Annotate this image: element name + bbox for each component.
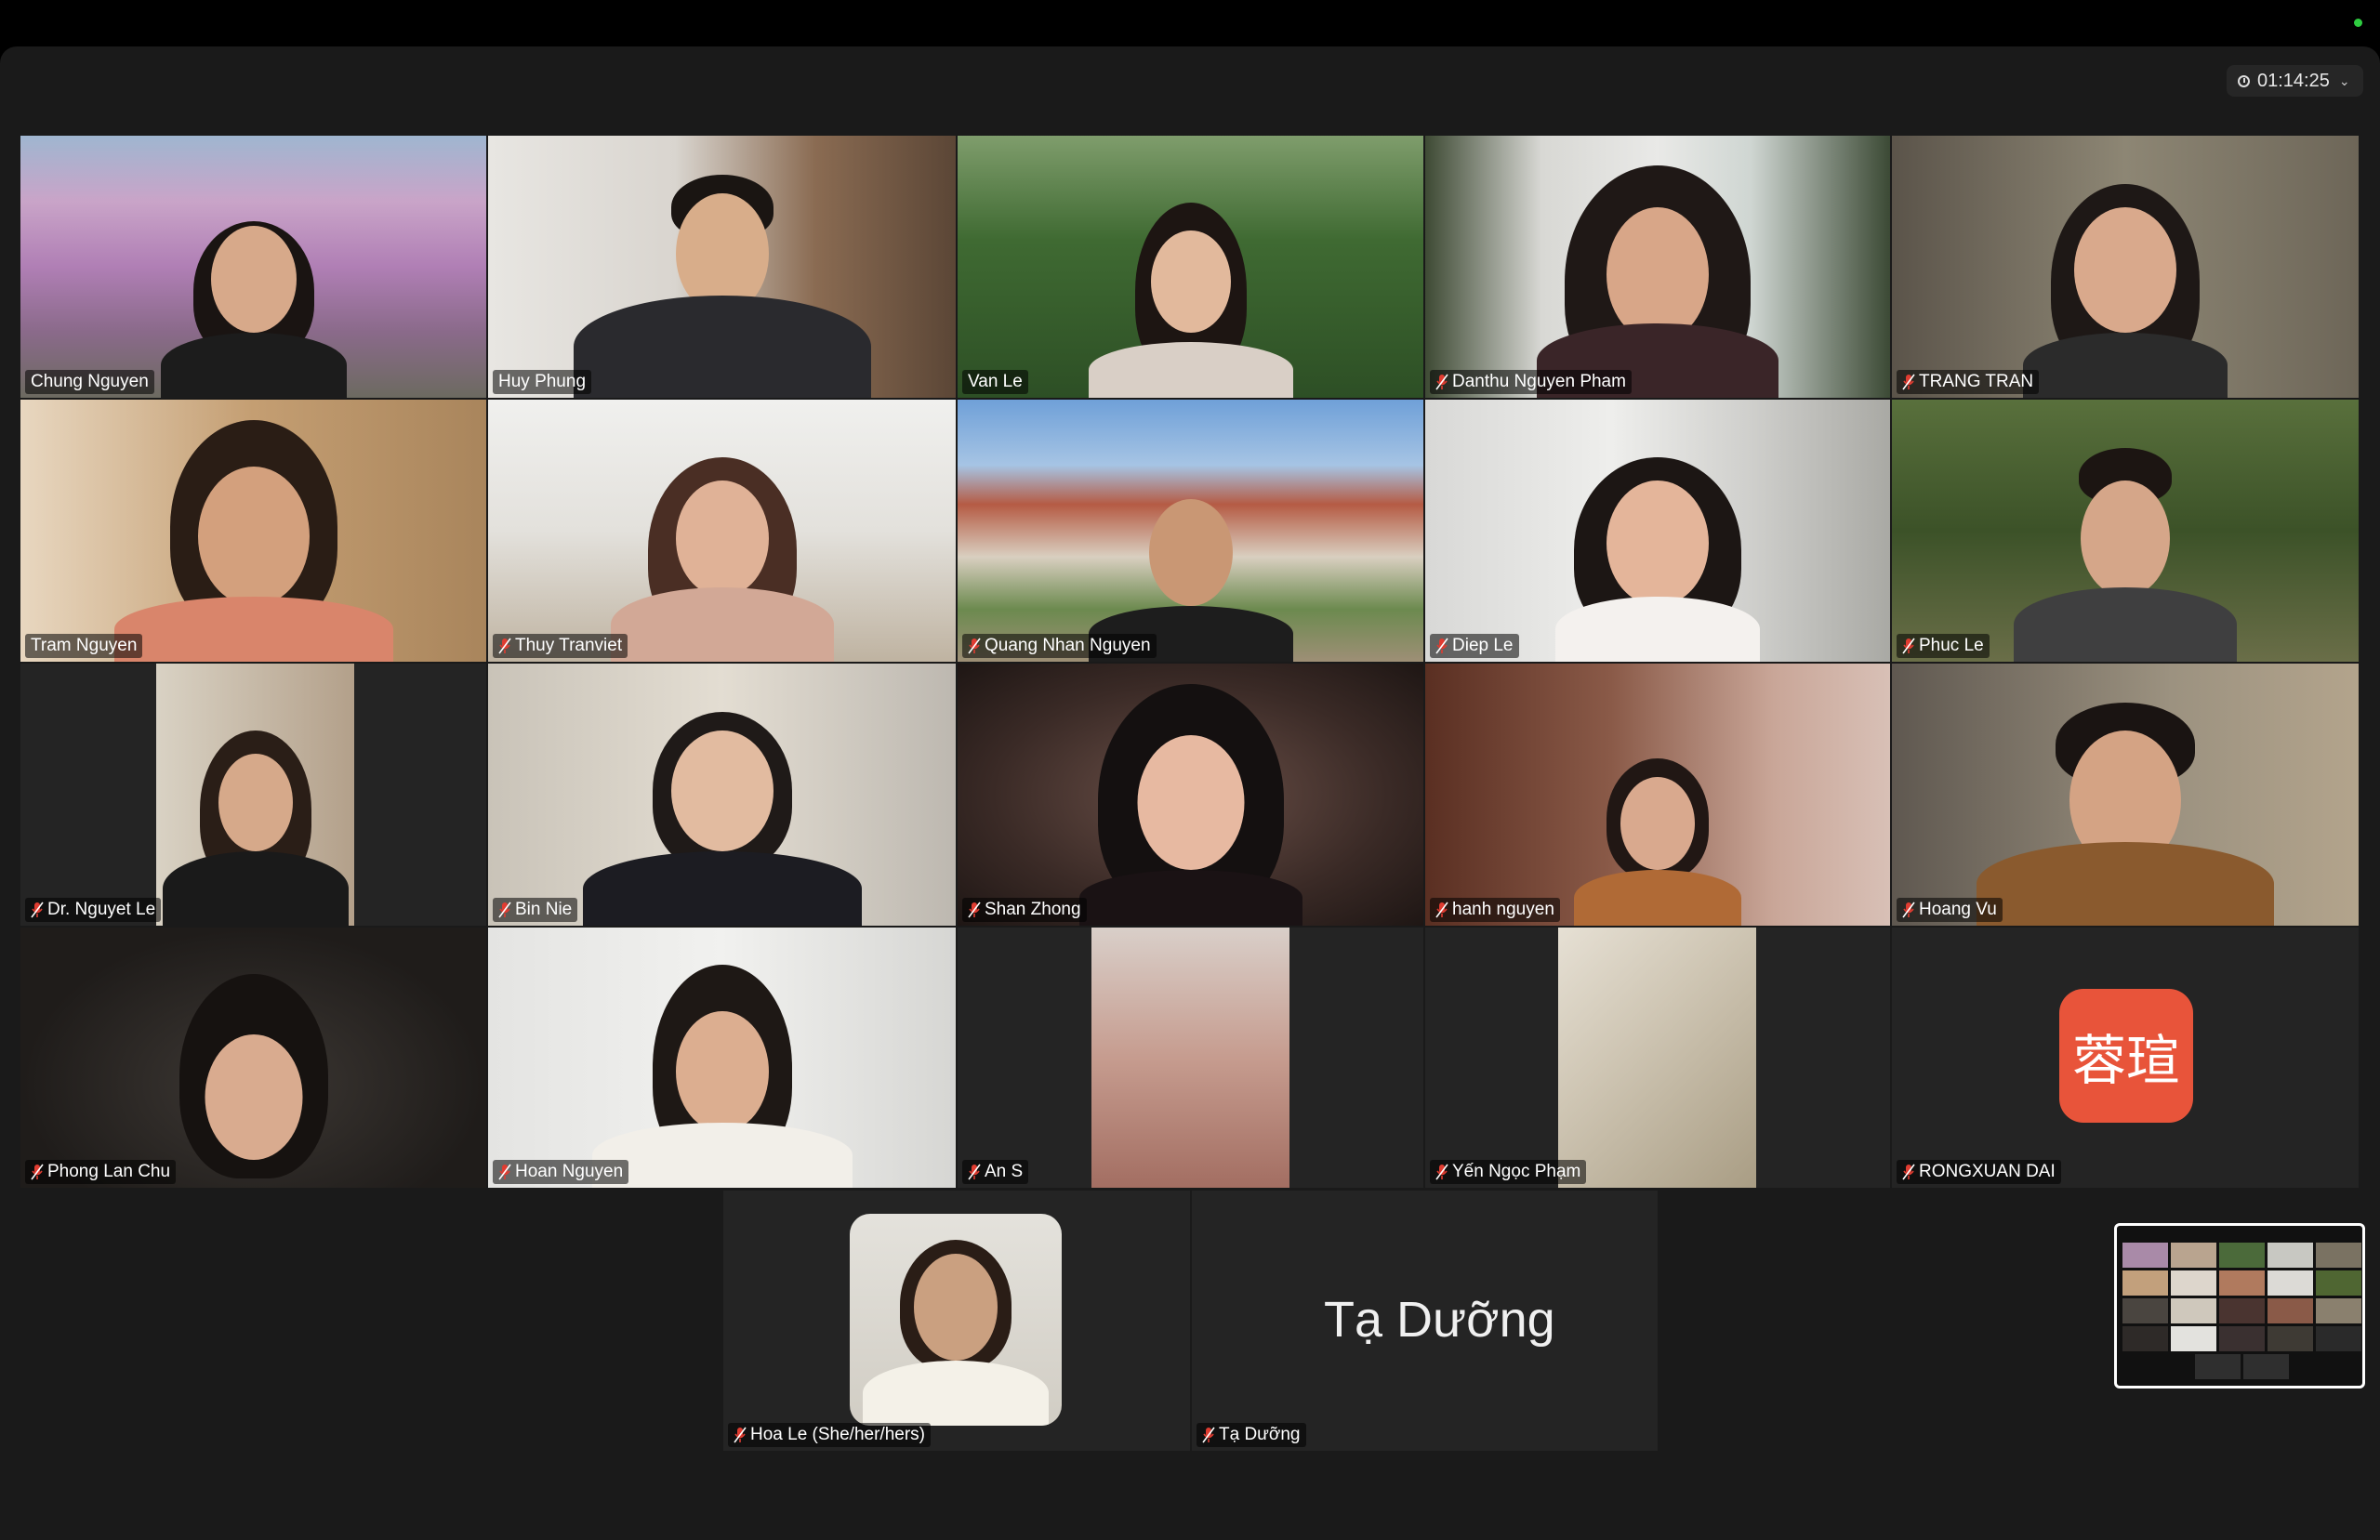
timer-text: 01:14:25 xyxy=(2257,70,2330,91)
participant-name: RONGXUAN DAI xyxy=(1897,1160,2061,1184)
video-tile[interactable]: Diep Le xyxy=(1425,400,1890,662)
system-top-bar xyxy=(0,0,2380,46)
participant-name: Hoang Vu xyxy=(1897,898,2003,922)
participant-name: hanh nguyen xyxy=(1430,898,1560,922)
self-view-thumbnail[interactable] xyxy=(2114,1223,2365,1389)
participant-name: Yến Ngọc Phạm xyxy=(1430,1160,1587,1184)
video-tile[interactable]: Bin Nie xyxy=(488,664,956,926)
participant-name: Phong Lan Chu xyxy=(25,1160,177,1184)
video-tile[interactable]: Dr. Nguyet Le xyxy=(20,664,486,926)
chevron-down-icon[interactable]: ⌄ xyxy=(2339,73,2350,89)
video-tile[interactable]: hanh nguyen xyxy=(1425,664,1890,926)
participant-name: Tram Nguyen xyxy=(25,634,143,658)
mic-off-icon xyxy=(31,1164,44,1180)
participant-name: Bin Nie xyxy=(493,898,578,922)
video-tile[interactable]: Hoan Nguyen xyxy=(488,928,956,1188)
mic-off-icon xyxy=(1202,1427,1215,1443)
video-tile[interactable]: Chung Nguyen xyxy=(20,136,486,398)
video-tile[interactable]: Yến Ngọc Phạm xyxy=(1425,928,1890,1188)
video-tile[interactable]: Van Le xyxy=(958,136,1423,398)
mic-off-icon xyxy=(498,638,511,654)
participant-name: Phuc Le xyxy=(1897,634,1990,658)
video-tile[interactable]: TRANG TRAN xyxy=(1892,136,2359,398)
participant-name: Hoan Nguyen xyxy=(493,1160,629,1184)
video-tile[interactable]: Phuc Le xyxy=(1892,400,2359,662)
participant-name: Chung Nguyen xyxy=(25,370,154,394)
mic-off-icon xyxy=(1902,902,1915,918)
mic-off-icon xyxy=(1902,1164,1915,1180)
video-tile[interactable]: Hoa Le (She/her/hers) xyxy=(723,1191,1190,1451)
mic-off-icon xyxy=(1435,1164,1448,1180)
mic-off-icon xyxy=(498,1164,511,1180)
participant-name: Quang Nhan Nguyen xyxy=(962,634,1157,658)
mic-off-icon xyxy=(968,638,981,654)
camera-indicator-icon xyxy=(2354,19,2362,27)
video-tile[interactable]: Phong Lan Chu xyxy=(20,928,486,1188)
participant-name: Diep Le xyxy=(1430,634,1519,658)
mic-off-icon xyxy=(498,902,511,918)
video-tile[interactable]: Shan Zhong xyxy=(958,664,1423,926)
video-tile[interactable]: Hoang Vu xyxy=(1892,664,2359,926)
mic-off-icon xyxy=(734,1427,747,1443)
participant-name: Van Le xyxy=(962,370,1028,394)
video-tile[interactable]: Tram Nguyen xyxy=(20,400,486,662)
video-tile[interactable]: Thuy Tranviet xyxy=(488,400,956,662)
video-tile[interactable]: Tạ Dưỡng Tạ Dưỡng xyxy=(1192,1191,1658,1451)
meeting-timer[interactable]: 01:14:25 ⌄ xyxy=(2227,65,2363,97)
video-tile-active-speaker[interactable]: Huy Phung xyxy=(488,136,956,398)
avatar: 蓉瑄 xyxy=(2059,989,2193,1123)
clock-icon xyxy=(2238,74,2250,87)
video-tile[interactable]: Danthu Nguyen Pham xyxy=(1425,136,1890,398)
mic-off-icon xyxy=(968,902,981,918)
video-tile[interactable]: Quang Nhan Nguyen xyxy=(958,400,1423,662)
participant-name: Shan Zhong xyxy=(962,898,1087,922)
participant-name: Danthu Nguyen Pham xyxy=(1430,370,1632,394)
mic-off-icon xyxy=(1902,638,1915,654)
participant-name: Hoa Le (She/her/hers) xyxy=(728,1423,931,1447)
mic-off-icon xyxy=(1435,902,1448,918)
mic-off-icon xyxy=(1435,374,1448,390)
mic-off-icon xyxy=(1902,374,1915,390)
participant-name: Huy Phung xyxy=(493,370,592,394)
participant-name: TRANG TRAN xyxy=(1897,370,2040,394)
participant-name: Dr. Nguyet Le xyxy=(25,898,162,922)
participant-name: Tạ Dưỡng xyxy=(1197,1423,1306,1447)
participant-name: An S xyxy=(962,1160,1029,1184)
mic-off-icon xyxy=(968,1164,981,1180)
mic-off-icon xyxy=(1435,638,1448,654)
video-tile[interactable]: An S xyxy=(958,928,1423,1188)
participant-display-name: Tạ Dưỡng xyxy=(1324,1292,1555,1348)
participant-name: Thuy Tranviet xyxy=(493,634,628,658)
mic-off-icon xyxy=(31,902,44,918)
profile-photo xyxy=(850,1214,1062,1426)
